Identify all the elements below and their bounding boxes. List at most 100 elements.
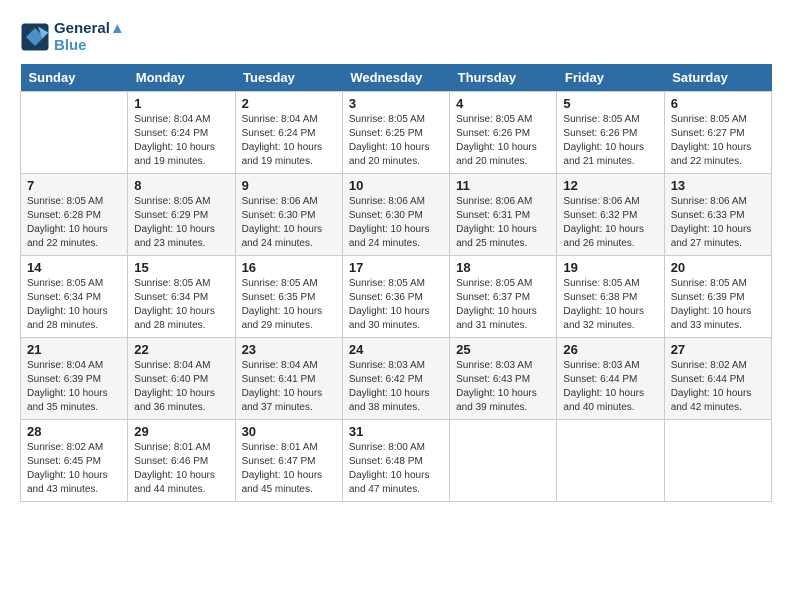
page-header: General▲ Blue: [20, 20, 772, 54]
day-info: Sunrise: 8:03 AM Sunset: 6:43 PM Dayligh…: [456, 359, 550, 415]
calendar-cell: 20Sunrise: 8:05 AM Sunset: 6:39 PM Dayli…: [664, 256, 771, 338]
day-number: 5: [563, 96, 657, 111]
day-info: Sunrise: 8:05 AM Sunset: 6:27 PM Dayligh…: [671, 113, 765, 169]
day-info: Sunrise: 8:02 AM Sunset: 6:45 PM Dayligh…: [27, 441, 121, 497]
week-row-1: 1 Sunrise: 8:04 AM Sunset: 6:24 PM Daylig…: [21, 92, 772, 174]
day-info: Sunrise: 8:05 AM Sunset: 6:28 PM Dayligh…: [27, 195, 121, 251]
calendar-cell: 5 Sunrise: 8:05 AM Sunset: 6:26 PM Daylig…: [557, 92, 664, 174]
day-info: Sunrise: 8:04 AM Sunset: 6:24 PM Dayligh…: [134, 113, 228, 169]
day-number: 16: [242, 260, 336, 275]
calendar-cell: [664, 420, 771, 502]
calendar-table: SundayMondayTuesdayWednesdayThursdayFrid…: [20, 64, 772, 502]
calendar-cell: 26 Sunrise: 8:03 AM Sunset: 6:44 PM Dayli…: [557, 338, 664, 420]
day-info: Sunrise: 8:04 AM Sunset: 6:39 PM Dayligh…: [27, 359, 121, 415]
logo: General▲ Blue: [20, 20, 125, 54]
calendar-cell: 22Sunrise: 8:04 AM Sunset: 6:40 PM Dayli…: [128, 338, 235, 420]
day-info: Sunrise: 8:05 AM Sunset: 6:37 PM Dayligh…: [456, 277, 550, 333]
day-number: 28: [27, 424, 121, 439]
calendar-cell: 13 Sunrise: 8:06 AM Sunset: 6:33 PM Dayli…: [664, 174, 771, 256]
calendar-cell: 2Sunrise: 8:04 AM Sunset: 6:24 PM Daylig…: [235, 92, 342, 174]
day-info: Sunrise: 8:06 AM Sunset: 6:30 PM Dayligh…: [349, 195, 443, 251]
calendar-cell: 8 Sunrise: 8:05 AM Sunset: 6:29 PM Daylig…: [128, 174, 235, 256]
col-header-friday: Friday: [557, 64, 664, 92]
calendar-cell: 28 Sunrise: 8:02 AM Sunset: 6:45 PM Dayli…: [21, 420, 128, 502]
day-number: 13: [671, 178, 765, 193]
day-info: Sunrise: 8:04 AM Sunset: 6:41 PM Dayligh…: [242, 359, 336, 415]
calendar-cell: 14 Sunrise: 8:05 AM Sunset: 6:34 PM Dayli…: [21, 256, 128, 338]
calendar-cell: 4Sunrise: 8:05 AM Sunset: 6:26 PM Daylig…: [450, 92, 557, 174]
calendar-cell: [450, 420, 557, 502]
day-info: Sunrise: 8:02 AM Sunset: 6:44 PM Dayligh…: [671, 359, 765, 415]
day-info: Sunrise: 8:05 AM Sunset: 6:39 PM Dayligh…: [671, 277, 765, 333]
day-number: 29: [134, 424, 228, 439]
day-number: 12: [563, 178, 657, 193]
day-info: Sunrise: 8:03 AM Sunset: 6:42 PM Dayligh…: [349, 359, 443, 415]
week-row-4: 21 Sunrise: 8:04 AM Sunset: 6:39 PM Dayli…: [21, 338, 772, 420]
header-row: SundayMondayTuesdayWednesdayThursdayFrid…: [21, 64, 772, 92]
calendar-cell: 31 Sunrise: 8:00 AM Sunset: 6:48 PM Dayli…: [342, 420, 449, 502]
calendar-cell: 10 Sunrise: 8:06 AM Sunset: 6:30 PM Dayli…: [342, 174, 449, 256]
day-number: 18: [456, 260, 550, 275]
calendar-cell: [21, 92, 128, 174]
calendar-cell: 12 Sunrise: 8:06 AM Sunset: 6:32 PM Dayli…: [557, 174, 664, 256]
calendar-cell: 25 Sunrise: 8:03 AM Sunset: 6:43 PM Dayli…: [450, 338, 557, 420]
calendar-cell: 15 Sunrise: 8:05 AM Sunset: 6:34 PM Dayli…: [128, 256, 235, 338]
day-number: 3: [349, 96, 443, 111]
day-number: 15: [134, 260, 228, 275]
col-header-monday: Monday: [128, 64, 235, 92]
day-info: Sunrise: 8:05 AM Sunset: 6:25 PM Dayligh…: [349, 113, 443, 169]
day-number: 24: [349, 342, 443, 357]
day-info: Sunrise: 8:05 AM Sunset: 6:34 PM Dayligh…: [27, 277, 121, 333]
calendar-cell: 30Sunrise: 8:01 AM Sunset: 6:47 PM Dayli…: [235, 420, 342, 502]
day-info: Sunrise: 8:00 AM Sunset: 6:48 PM Dayligh…: [349, 441, 443, 497]
week-row-2: 7 Sunrise: 8:05 AM Sunset: 6:28 PM Daylig…: [21, 174, 772, 256]
col-header-tuesday: Tuesday: [235, 64, 342, 92]
col-header-sunday: Sunday: [21, 64, 128, 92]
calendar-cell: 3 Sunrise: 8:05 AM Sunset: 6:25 PM Daylig…: [342, 92, 449, 174]
day-info: Sunrise: 8:06 AM Sunset: 6:31 PM Dayligh…: [456, 195, 550, 251]
day-info: Sunrise: 8:03 AM Sunset: 6:44 PM Dayligh…: [563, 359, 657, 415]
day-number: 21: [27, 342, 121, 357]
day-number: 25: [456, 342, 550, 357]
day-number: 17: [349, 260, 443, 275]
calendar-cell: 17 Sunrise: 8:05 AM Sunset: 6:36 PM Dayli…: [342, 256, 449, 338]
calendar-cell: 6Sunrise: 8:05 AM Sunset: 6:27 PM Daylig…: [664, 92, 771, 174]
day-number: 14: [27, 260, 121, 275]
day-number: 9: [242, 178, 336, 193]
day-info: Sunrise: 8:05 AM Sunset: 6:38 PM Dayligh…: [563, 277, 657, 333]
day-info: Sunrise: 8:01 AM Sunset: 6:47 PM Dayligh…: [242, 441, 336, 497]
day-number: 11: [456, 178, 550, 193]
day-info: Sunrise: 8:06 AM Sunset: 6:33 PM Dayligh…: [671, 195, 765, 251]
day-number: 8: [134, 178, 228, 193]
calendar-cell: 16 Sunrise: 8:05 AM Sunset: 6:35 PM Dayli…: [235, 256, 342, 338]
calendar-cell: 23Sunrise: 8:04 AM Sunset: 6:41 PM Dayli…: [235, 338, 342, 420]
col-header-wednesday: Wednesday: [342, 64, 449, 92]
day-info: Sunrise: 8:06 AM Sunset: 6:30 PM Dayligh…: [242, 195, 336, 251]
day-info: Sunrise: 8:05 AM Sunset: 6:26 PM Dayligh…: [456, 113, 550, 169]
day-info: Sunrise: 8:05 AM Sunset: 6:36 PM Dayligh…: [349, 277, 443, 333]
day-info: Sunrise: 8:05 AM Sunset: 6:26 PM Dayligh…: [563, 113, 657, 169]
day-number: 2: [242, 96, 336, 111]
calendar-cell: 21 Sunrise: 8:04 AM Sunset: 6:39 PM Dayli…: [21, 338, 128, 420]
calendar-cell: 11 Sunrise: 8:06 AM Sunset: 6:31 PM Dayli…: [450, 174, 557, 256]
day-number: 27: [671, 342, 765, 357]
day-number: 31: [349, 424, 443, 439]
day-number: 7: [27, 178, 121, 193]
calendar-cell: 27 Sunrise: 8:02 AM Sunset: 6:44 PM Dayli…: [664, 338, 771, 420]
day-info: Sunrise: 8:05 AM Sunset: 6:35 PM Dayligh…: [242, 277, 336, 333]
col-header-saturday: Saturday: [664, 64, 771, 92]
day-info: Sunrise: 8:01 AM Sunset: 6:46 PM Dayligh…: [134, 441, 228, 497]
day-number: 1: [134, 96, 228, 111]
calendar-cell: 9 Sunrise: 8:06 AM Sunset: 6:30 PM Daylig…: [235, 174, 342, 256]
day-number: 10: [349, 178, 443, 193]
day-number: 19: [563, 260, 657, 275]
day-number: 26: [563, 342, 657, 357]
day-info: Sunrise: 8:05 AM Sunset: 6:34 PM Dayligh…: [134, 277, 228, 333]
week-row-3: 14 Sunrise: 8:05 AM Sunset: 6:34 PM Dayli…: [21, 256, 772, 338]
logo-icon: [20, 22, 50, 52]
day-info: Sunrise: 8:04 AM Sunset: 6:40 PM Dayligh…: [134, 359, 228, 415]
day-info: Sunrise: 8:06 AM Sunset: 6:32 PM Dayligh…: [563, 195, 657, 251]
week-row-5: 28 Sunrise: 8:02 AM Sunset: 6:45 PM Dayli…: [21, 420, 772, 502]
col-header-thursday: Thursday: [450, 64, 557, 92]
day-info: Sunrise: 8:05 AM Sunset: 6:29 PM Dayligh…: [134, 195, 228, 251]
